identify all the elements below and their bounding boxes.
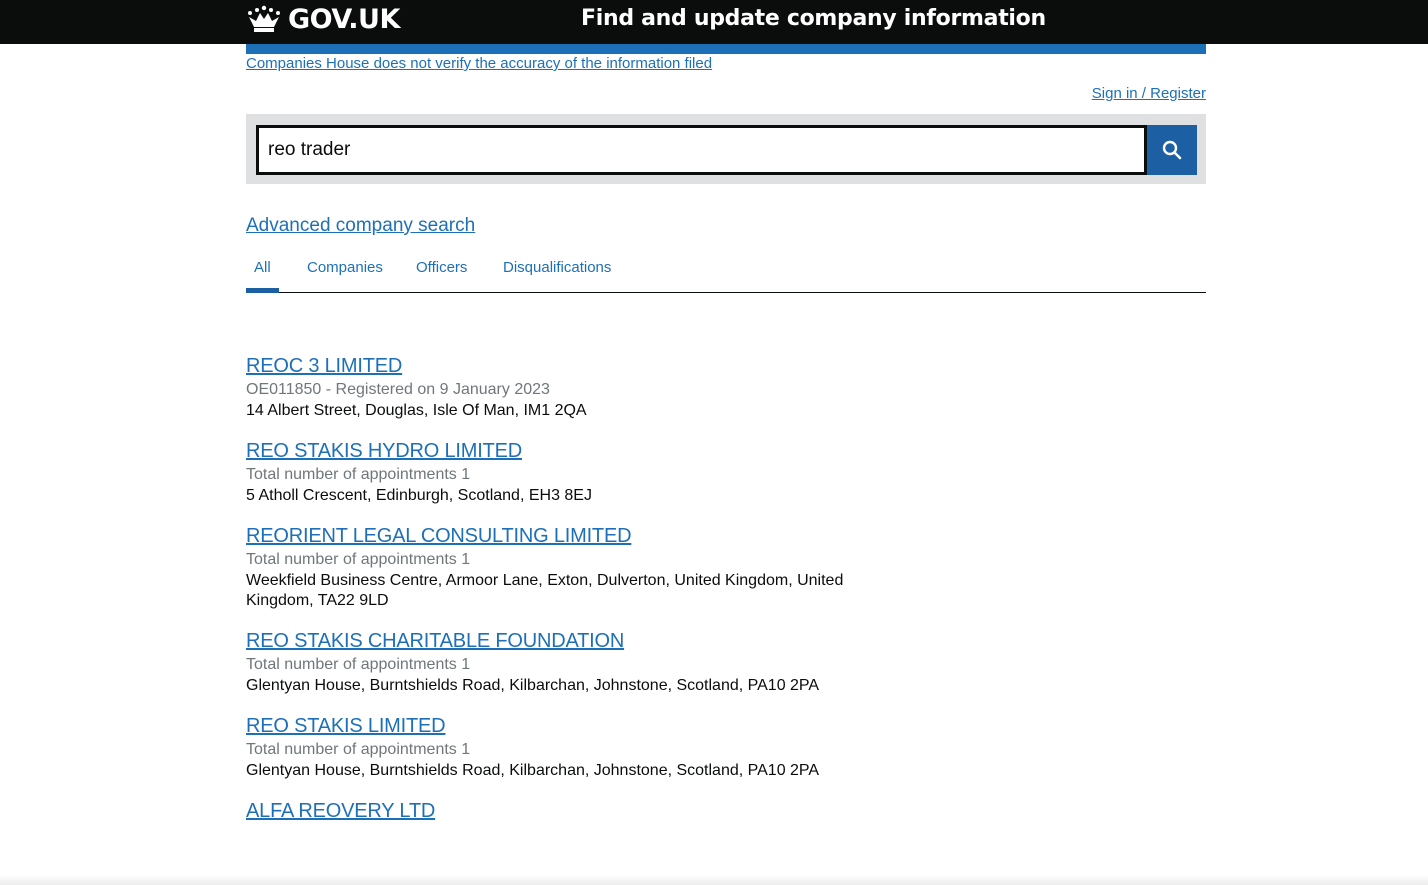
list-item: REO STAKIS HYDRO LIMITED Total number of… xyxy=(246,439,946,506)
search-button[interactable] xyxy=(1147,125,1197,175)
result-address: Weekfield Business Centre, Armoor Lane, … xyxy=(246,572,844,609)
result-address: 14 Albert Street, Douglas, Isle Of Man, … xyxy=(246,402,587,419)
govuk-logo-link[interactable]: GOV.UK xyxy=(246,3,400,35)
tab-all[interactable]: All xyxy=(254,259,271,276)
search-input[interactable] xyxy=(256,125,1147,175)
result-address: Glentyan House, Burntshields Road, Kilba… xyxy=(246,762,820,779)
list-item: ALFA REOVERY LTD xyxy=(246,799,946,823)
result-title-link[interactable]: REOC 3 LIMITED xyxy=(246,354,402,378)
tab-officers[interactable]: Officers xyxy=(416,259,467,276)
service-name[interactable]: Find and update company information xyxy=(581,3,1046,35)
tab-companies[interactable]: Companies xyxy=(307,259,383,276)
result-meta: Total number of appointments 1 xyxy=(246,741,471,758)
result-title-link[interactable]: REO STAKIS HYDRO LIMITED xyxy=(246,439,522,463)
result-title-link[interactable]: REO STAKIS CHARITABLE FOUNDATION xyxy=(246,629,624,653)
search-tabs: All Companies Officers Disqualifications xyxy=(246,250,1206,293)
result-meta: Total number of appointments 1 xyxy=(246,551,471,568)
list-item: REORIENT LEGAL CONSULTING LIMITED Total … xyxy=(246,524,946,611)
selected-tab-indicator xyxy=(246,288,279,293)
result-title-link[interactable]: REO STAKIS LIMITED xyxy=(246,714,446,738)
result-title-link[interactable]: ALFA REOVERY LTD xyxy=(246,799,435,823)
result-meta: Total number of appointments 1 xyxy=(246,656,471,673)
header-blue-band xyxy=(246,44,1206,54)
list-item: REO STAKIS LIMITED Total number of appoi… xyxy=(246,714,946,781)
list-item: REO STAKIS CHARITABLE FOUNDATION Total n… xyxy=(246,629,946,696)
advanced-search-link[interactable]: Advanced company search xyxy=(246,215,475,237)
signin-register-link[interactable]: Sign in / Register xyxy=(1092,85,1206,102)
result-meta: Total number of appointments 1 xyxy=(246,466,471,483)
site-header: GOV.UK Find and update company informati… xyxy=(0,0,1428,44)
logo-text: GOV.UK xyxy=(288,3,400,35)
search-panel xyxy=(246,114,1206,184)
result-title-link[interactable]: REORIENT LEGAL CONSULTING LIMITED xyxy=(246,524,632,548)
result-address: Glentyan House, Burntshields Road, Kilba… xyxy=(246,677,820,694)
result-address: 5 Atholl Crescent, Edinburgh, Scotland, … xyxy=(246,487,592,504)
results-list: REOC 3 LIMITED OE011850 - Registered on … xyxy=(246,354,946,841)
disclaimer-link[interactable]: Companies House does not verify the accu… xyxy=(246,55,712,72)
bottom-shadow xyxy=(0,875,1428,885)
search-icon xyxy=(1162,140,1182,160)
crown-icon xyxy=(248,5,280,32)
tab-disqualifications[interactable]: Disqualifications xyxy=(503,259,611,276)
result-meta: OE011850 - Registered on 9 January 2023 xyxy=(246,381,550,398)
list-item: REOC 3 LIMITED OE011850 - Registered on … xyxy=(246,354,946,421)
